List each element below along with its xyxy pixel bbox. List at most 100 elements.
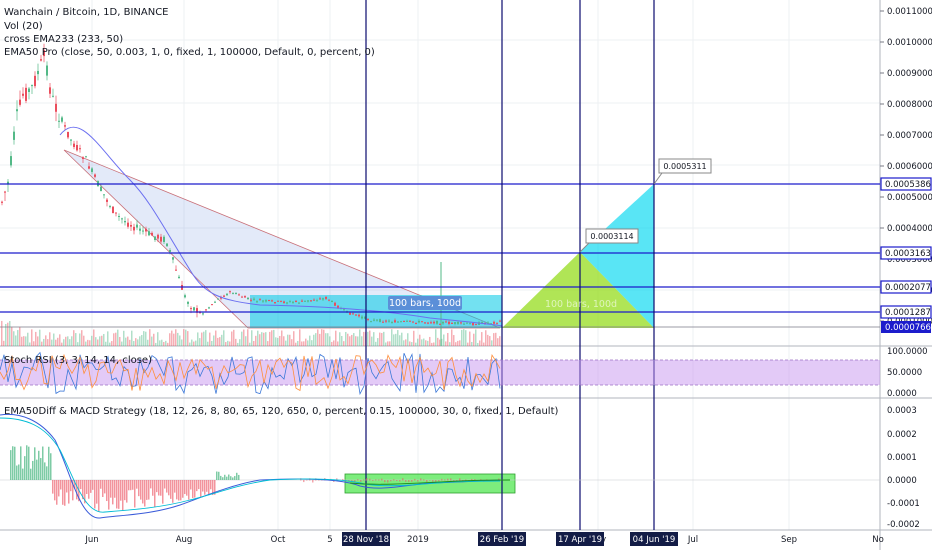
candle-body bbox=[100, 186, 102, 191]
volume-bar bbox=[113, 333, 115, 346]
candle-body bbox=[322, 298, 324, 300]
price-tick-label: 0.0009000 bbox=[887, 69, 932, 79]
volume-bar bbox=[295, 342, 297, 346]
volume-bar bbox=[59, 334, 61, 346]
indicator-cross-ema[interactable]: cross EMA233 (233, 50) bbox=[4, 33, 123, 46]
candle-body bbox=[310, 300, 312, 302]
macd-axis: 0.0003 0.0002 0.0001 0.0000 -0.0001 -0.0002 bbox=[887, 406, 920, 530]
macd-hist-bar bbox=[226, 476, 228, 480]
stoch-rsi-title[interactable]: Stoch RSI (3, 3, 14, 14, close) bbox=[4, 354, 152, 367]
volume-bar bbox=[359, 329, 361, 346]
time-tick-label: Jul bbox=[687, 535, 698, 545]
macd-hist-bar bbox=[417, 480, 419, 482]
macd-hist-bar bbox=[306, 479, 308, 481]
volume-bar bbox=[207, 341, 209, 346]
macd-hist-bar bbox=[429, 480, 431, 481]
volume-bar bbox=[11, 327, 13, 346]
volume-bar bbox=[101, 335, 103, 346]
candle-body bbox=[151, 232, 153, 236]
candle-body bbox=[202, 313, 204, 315]
candle-body bbox=[103, 194, 105, 196]
macd-strategy-title[interactable]: EMA50Diff & MACD Strategy (18, 12, 26, 8… bbox=[4, 405, 558, 418]
candle-body bbox=[172, 257, 174, 260]
macd-hist-bar bbox=[114, 480, 116, 498]
macd-hist-bar bbox=[228, 474, 230, 480]
macd-hist-bar bbox=[22, 468, 24, 480]
volume-bar bbox=[21, 336, 23, 346]
macd-hist-bar bbox=[160, 480, 162, 496]
range-label-2: 100 bars, 100d bbox=[545, 299, 617, 310]
candle-body bbox=[124, 220, 126, 223]
candle-body bbox=[400, 321, 402, 323]
indicator-ema50-pro[interactable]: EMA50 Pro (close, 50, 0.003, 1, 0, fixed… bbox=[4, 46, 375, 59]
volume-bar bbox=[163, 342, 165, 346]
stoch-tick-label: 100.0000 bbox=[887, 347, 928, 357]
volume-bar bbox=[241, 331, 243, 346]
time-tag-label: 04 Jun '19 bbox=[633, 535, 676, 545]
candle-body bbox=[13, 131, 15, 140]
candle-body bbox=[379, 319, 381, 322]
macd-hist-bar bbox=[363, 479, 365, 481]
macd-hist-bar bbox=[62, 480, 64, 505]
indicator-volume[interactable]: Vol (20) bbox=[4, 20, 43, 33]
macd-hist-bar bbox=[50, 453, 52, 480]
volume-bar bbox=[75, 333, 77, 346]
volume-bar bbox=[285, 340, 287, 346]
volume-bar bbox=[267, 341, 269, 346]
macd-hist-bar bbox=[154, 480, 156, 508]
volume-bar bbox=[433, 342, 435, 346]
volume-bar bbox=[67, 336, 69, 346]
candle-body bbox=[325, 297, 327, 299]
candle-body bbox=[1, 201, 3, 203]
macd-hist-bar bbox=[238, 474, 240, 480]
price-axis[interactable]: 0.0011000 0.0010000 0.0009000 0.0008000 0.00… bbox=[880, 7, 932, 327]
macd-hist-bar bbox=[459, 478, 461, 481]
macd-hist-bar bbox=[384, 480, 386, 483]
macd-hist-bar bbox=[230, 476, 232, 480]
chart-title[interactable]: Wanchain / Bitcoin, 1D, BINANCE bbox=[4, 6, 169, 19]
macd-hist-bar bbox=[142, 480, 144, 504]
volume-bar bbox=[417, 338, 419, 346]
macd-hist-bar bbox=[124, 480, 126, 501]
volume-bar bbox=[431, 342, 433, 346]
candle-body bbox=[355, 314, 357, 316]
candle-body bbox=[418, 320, 420, 323]
price-tick-label: 0.0004000 bbox=[887, 224, 932, 234]
candle-body bbox=[133, 226, 135, 231]
candle-body bbox=[298, 302, 300, 304]
candle-body bbox=[166, 243, 168, 247]
macd-line bbox=[0, 413, 501, 519]
volume-bar bbox=[483, 342, 485, 346]
range-label-1: 100 bars, 100d bbox=[389, 298, 461, 309]
volume-bar bbox=[263, 332, 265, 346]
candle-body bbox=[142, 230, 144, 232]
macd-hist-bar bbox=[12, 446, 14, 480]
volume-bar bbox=[161, 339, 163, 346]
macd-hist-bar bbox=[54, 480, 56, 501]
price-tag-label: 0.0001287 bbox=[885, 308, 931, 318]
macd-hist-bar bbox=[48, 446, 50, 480]
candle-body bbox=[271, 300, 273, 302]
volume-bar bbox=[491, 340, 493, 346]
chart-canvas[interactable]: 100 bars, 100d 100 bars, 100d 0.0005311 … bbox=[0, 0, 932, 550]
time-tick-label: Aug bbox=[176, 535, 193, 545]
volume-bar bbox=[153, 333, 155, 346]
volume-bar bbox=[375, 341, 377, 346]
macd-hist-bar bbox=[132, 480, 134, 490]
macd-hist-bar bbox=[10, 450, 12, 480]
volume-bar bbox=[249, 342, 251, 346]
volume-bar bbox=[449, 342, 451, 346]
candle-body bbox=[214, 301, 216, 303]
volume-bar bbox=[19, 327, 21, 346]
candle-body bbox=[190, 308, 192, 310]
candle-body bbox=[226, 293, 228, 296]
macd-hist-bar bbox=[180, 480, 182, 501]
candle-body bbox=[334, 302, 336, 306]
volume-bar bbox=[49, 332, 51, 346]
macd-hist-bar bbox=[390, 480, 392, 482]
volume-bar bbox=[7, 322, 9, 346]
volume-bar bbox=[187, 331, 189, 346]
price-callout-1: 0.0005311 bbox=[663, 162, 706, 171]
macd-hist-bar bbox=[441, 478, 443, 481]
price-tick-label: 0.0007000 bbox=[887, 131, 932, 141]
